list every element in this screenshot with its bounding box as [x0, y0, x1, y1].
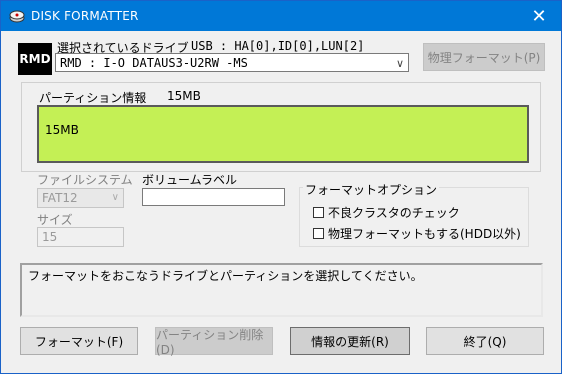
size-label: サイズ [37, 213, 73, 227]
physical-format-also-option[interactable]: 物理フォーマットもする(HDD以外) [313, 225, 521, 242]
title-bar: DISK FORMATTER ✕ [1, 1, 561, 31]
volume-label-input[interactable] [142, 188, 285, 206]
physical-format-button[interactable]: 物理フォーマット(P) [423, 43, 545, 71]
filesystem-select[interactable]: FAT12 ∨ [37, 188, 124, 208]
delete-partition-button[interactable]: パーティション削除(D) [155, 327, 273, 357]
partition-bar-label: 15MB [45, 123, 79, 137]
bad-cluster-checkbox[interactable] [313, 207, 324, 218]
bad-cluster-check-label: 不良クラスタのチェック [328, 206, 460, 220]
drive-select[interactable]: RMD : I-O DATAUS3-U2RW -MS ∨ [55, 53, 409, 72]
chevron-down-icon: ∨ [111, 192, 119, 203]
filesystem-label: ファイルシステム [37, 173, 133, 187]
drive-select-value: RMD : I-O DATAUS3-U2RW -MS [60, 56, 248, 70]
partition-total-size: 15MB [167, 89, 201, 103]
delete-partition-button-label: パーティション削除(D) [156, 327, 264, 357]
close-icon: ✕ [531, 5, 547, 27]
partition-info-label: パーティション情報 [39, 91, 147, 105]
refresh-info-button[interactable]: 情報の更新(R) [290, 327, 410, 355]
physical-format-also-label: 物理フォーマットもする(HDD以外) [328, 227, 521, 241]
close-button[interactable]: ✕ [517, 1, 561, 31]
window-title: DISK FORMATTER [31, 9, 139, 23]
volume-label-caption: ボリュームラベル [142, 173, 238, 187]
format-button-label: フォーマット(F) [34, 334, 124, 349]
physical-format-also-checkbox[interactable] [313, 228, 324, 239]
chevron-down-icon: ∨ [395, 57, 404, 70]
disk-formatter-window: DISK FORMATTER ✕ RMD 選択されているドライブ USB : H… [0, 0, 562, 374]
status-message-box: フォーマットをおこなうドライブとパーティションを選択してください。 [20, 263, 543, 317]
filesystem-value: FAT12 [42, 191, 78, 205]
format-button[interactable]: フォーマット(F) [20, 327, 138, 355]
format-options-label: フォーマットオプション [303, 181, 440, 198]
rmd-logo: RMD [18, 43, 52, 75]
physical-format-button-label: 物理フォーマット(P) [427, 50, 541, 65]
partition-bar[interactable]: 15MB [37, 105, 529, 163]
exit-button-label: 終了(Q) [463, 334, 507, 349]
disk-app-icon [9, 10, 25, 23]
refresh-info-button-label: 情報の更新(R) [311, 334, 389, 349]
bad-cluster-check-option[interactable]: 不良クラスタのチェック [313, 204, 460, 221]
size-input[interactable]: 15 [37, 227, 124, 247]
usb-info: USB : HA[0],ID[0],LUN[2] [191, 39, 365, 53]
exit-button[interactable]: 終了(Q) [426, 327, 544, 355]
